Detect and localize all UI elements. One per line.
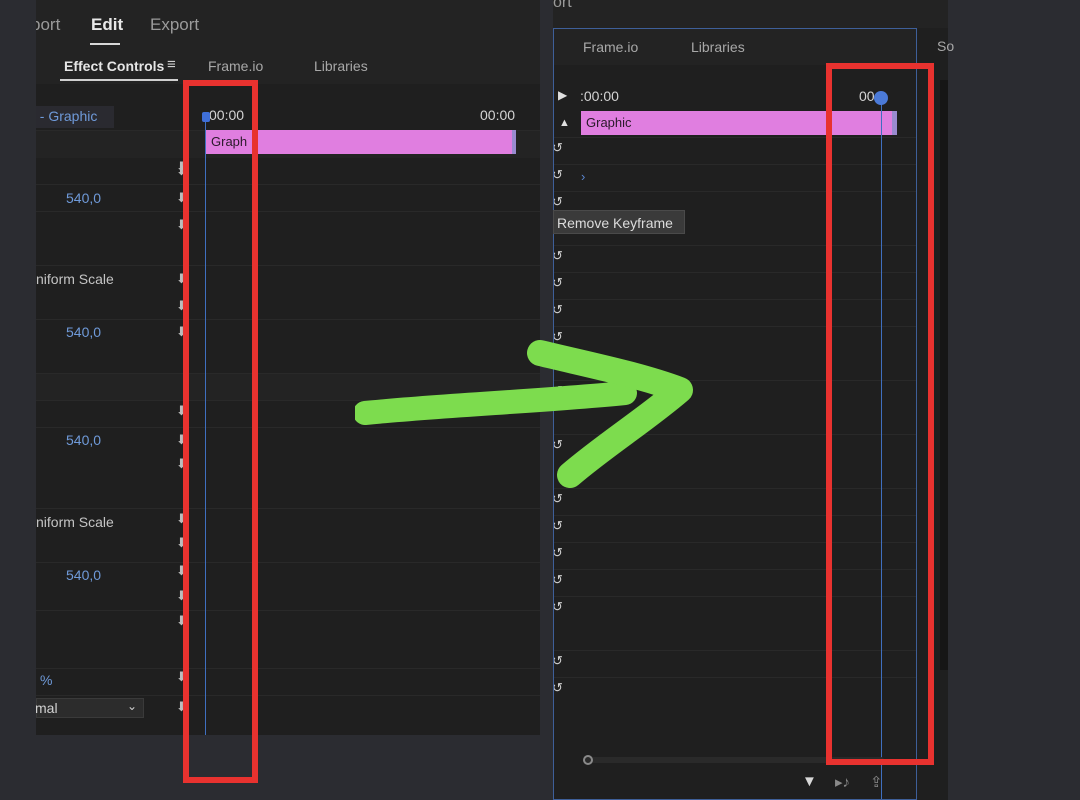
- adjacent-panel-scroll[interactable]: [940, 80, 948, 670]
- keyframe-reset-icon[interactable]: ↺: [554, 572, 563, 588]
- workspace-bar: port Edit Export: [36, 0, 540, 48]
- keyframe-reset-icon[interactable]: ↺: [554, 275, 563, 291]
- panel-tab-bar-right: Frame.io Libraries: [554, 29, 916, 65]
- workspace-tab-export[interactable]: Export: [150, 15, 199, 35]
- play-audio-icon[interactable]: ▸♪: [835, 773, 850, 791]
- property-value[interactable]: 540,0: [66, 432, 101, 448]
- tab-frame-io[interactable]: Frame.io: [208, 58, 263, 74]
- scrollbar-handle[interactable]: [583, 755, 593, 765]
- play-triangle-icon[interactable]: ▶: [558, 88, 567, 102]
- tab-partial[interactable]: So: [937, 38, 954, 54]
- property-label: niform Scale: [36, 271, 114, 287]
- chevron-down-icon: ⌄: [126, 699, 137, 713]
- green-arrow-annotation: [355, 340, 693, 488]
- keyframe-reset-icon[interactable]: ↺: [554, 302, 563, 318]
- clip-name: Graphic: [586, 115, 632, 130]
- highlight-box-left: [183, 80, 258, 783]
- active-tab-indicator: [60, 79, 178, 81]
- workspace-tab-export-partial[interactable]: ort: [553, 0, 572, 12]
- keyframe-reset-icon[interactable]: ↺: [554, 653, 563, 669]
- property-value[interactable]: %: [40, 672, 52, 688]
- keyframe-reset-icon[interactable]: ↺: [554, 194, 563, 210]
- keyframe-reset-icon[interactable]: ↺: [554, 518, 563, 534]
- tab-frame-io[interactable]: Frame.io: [583, 39, 638, 55]
- keyframe-reset-icon[interactable]: ↺: [554, 599, 563, 615]
- timecode-start: :00:00: [580, 88, 619, 104]
- keyframe-reset-icon[interactable]: ↺: [554, 680, 563, 696]
- property-value[interactable]: 540,0: [66, 324, 101, 340]
- tooltip-text: Remove Keyframe: [557, 215, 673, 231]
- workspace-tab-edit[interactable]: Edit: [91, 15, 123, 35]
- keyframe-reset-icon[interactable]: ↺: [554, 545, 563, 561]
- keyframe-reset-icon[interactable]: ↺: [554, 140, 563, 156]
- property-label: niform Scale: [36, 514, 114, 530]
- blend-mode-value: mal: [36, 700, 58, 716]
- clip-header: . - Graphic: [36, 106, 114, 128]
- tab-effect-controls[interactable]: Effect Controls: [64, 58, 164, 74]
- tab-libraries[interactable]: Libraries: [314, 58, 368, 74]
- hamburger-icon[interactable]: ≡: [167, 56, 176, 73]
- keyframe-reset-icon[interactable]: ↺: [554, 167, 563, 183]
- workspace-bar-right: ort: [553, 0, 948, 28]
- collapse-triangle-icon[interactable]: ▲: [559, 117, 570, 129]
- property-value[interactable]: 540,0: [66, 567, 101, 583]
- property-value[interactable]: 540,0: [66, 190, 101, 206]
- remove-keyframe-tooltip: Remove Keyframe: [553, 210, 685, 234]
- clip-end-handle[interactable]: [512, 130, 516, 154]
- blend-mode-select[interactable]: mal ⌄: [36, 698, 144, 718]
- active-workspace-indicator: [90, 43, 120, 45]
- export-icon[interactable]: ⇪: [870, 773, 883, 791]
- tab-libraries[interactable]: Libraries: [691, 39, 745, 55]
- timecode-end: 00:00: [480, 107, 516, 123]
- filter-icon[interactable]: ▼: [802, 773, 817, 790]
- workspace-tab-export-partial[interactable]: port: [36, 15, 60, 35]
- clip-header-label: . - Graphic: [36, 108, 98, 124]
- keyframe-reset-icon[interactable]: ↺: [554, 248, 563, 264]
- highlight-box-right: [826, 63, 934, 765]
- panel-tab-bar: Effect Controls ≡ Frame.io Libraries: [36, 48, 540, 84]
